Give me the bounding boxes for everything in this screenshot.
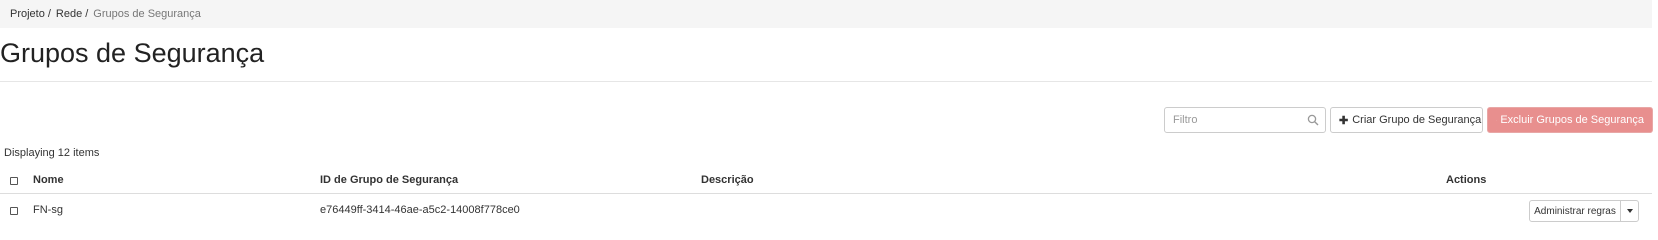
- items-count: Displaying 12 items: [4, 147, 100, 159]
- delete-security-groups-label: Excluir Grupos de Segurança: [1500, 114, 1644, 126]
- delete-security-groups-button[interactable]: Excluir Grupos de Segurança: [1487, 107, 1653, 133]
- title-divider: [0, 81, 1652, 82]
- breadcrumb-separator: /: [85, 8, 89, 20]
- row-name[interactable]: FN-sg: [33, 204, 63, 216]
- actions-dropdown-toggle[interactable]: [1620, 200, 1639, 222]
- caret-down-icon: [1626, 209, 1633, 213]
- manage-rules-button[interactable]: Administrar regras: [1529, 200, 1621, 222]
- column-header-description[interactable]: Descrição: [701, 174, 754, 186]
- row-id: e76449ff-3414-46ae-a5c2-14008f778ce0: [320, 204, 520, 216]
- select-all-checkbox[interactable]: [10, 177, 18, 185]
- breadcrumb-item-projeto[interactable]: Projeto: [10, 8, 45, 20]
- column-header-actions: Actions: [1446, 174, 1487, 186]
- table-header: Nome ID de Grupo de Segurança Descrição …: [0, 169, 1652, 194]
- breadcrumb: Projeto / Rede / Grupos de Segurança: [0, 0, 1652, 28]
- breadcrumb-current: Grupos de Segurança: [93, 8, 201, 20]
- plus-icon: ✚: [1339, 114, 1349, 127]
- column-header-name[interactable]: Nome: [33, 174, 64, 186]
- create-security-group-label: Criar Grupo de Segurança: [1352, 114, 1482, 126]
- table-row: FN-sg e76449ff-3414-46ae-a5c2-14008f778c…: [0, 194, 1652, 227]
- filter-box: [1164, 107, 1326, 133]
- create-security-group-button[interactable]: ✚ Criar Grupo de Segurança: [1330, 107, 1483, 133]
- row-checkbox[interactable]: [10, 207, 18, 215]
- breadcrumb-item-rede[interactable]: Rede: [56, 8, 82, 20]
- page-title: Grupos de Segurança: [0, 38, 265, 68]
- search-icon[interactable]: [1307, 114, 1319, 126]
- breadcrumb-separator: /: [47, 8, 51, 20]
- column-header-id[interactable]: ID de Grupo de Segurança: [320, 174, 458, 186]
- filter-input[interactable]: [1173, 109, 1313, 131]
